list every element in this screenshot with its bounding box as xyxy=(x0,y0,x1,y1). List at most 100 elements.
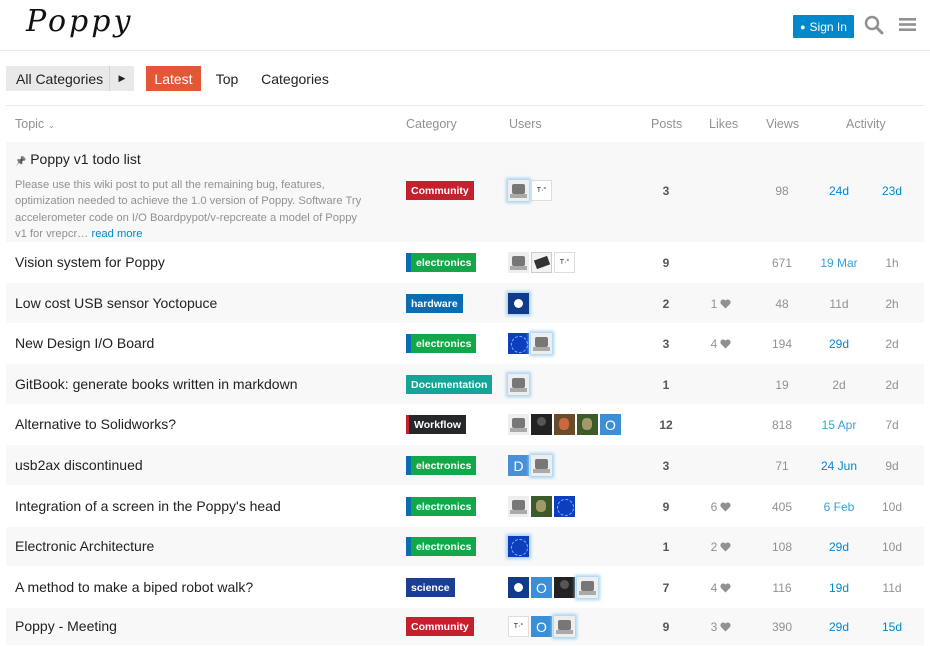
avatar[interactable] xyxy=(508,374,529,395)
column-activity[interactable]: Activity xyxy=(846,117,886,131)
avatar[interactable] xyxy=(508,414,529,435)
topic-title-link[interactable]: New Design I/O Board xyxy=(15,335,154,351)
activity-created[interactable]: 29d xyxy=(814,620,864,634)
avatar[interactable] xyxy=(531,496,552,517)
tab-top[interactable]: Top xyxy=(210,66,244,91)
column-posts[interactable]: Posts xyxy=(651,117,682,131)
activity-created[interactable]: 11d xyxy=(814,297,864,311)
avatar[interactable] xyxy=(554,414,575,435)
topic-title-text[interactable]: Electronic Architecture xyxy=(15,538,154,554)
topic-title-link[interactable]: Electronic Architecture xyxy=(15,538,154,554)
topic-title-text[interactable]: GitBook: generate books written in markd… xyxy=(15,376,297,392)
posts-count[interactable]: 1 xyxy=(646,540,686,554)
topic-title-text[interactable]: Poppy - Meeting xyxy=(15,618,117,634)
avatar[interactable] xyxy=(508,293,529,314)
topic-title-link[interactable]: GitBook: generate books written in markd… xyxy=(15,376,297,392)
read-more-link[interactable]: read more xyxy=(91,228,142,240)
activity-created[interactable]: 2d xyxy=(814,378,864,392)
avatar[interactable] xyxy=(531,252,552,273)
topic-title-link[interactable]: A method to make a biped robot walk? xyxy=(15,579,253,595)
posts-count[interactable]: 7 xyxy=(646,581,686,595)
category-badge[interactable]: electronics xyxy=(406,253,477,272)
activity-created[interactable]: 15 Apr xyxy=(814,418,864,432)
posts-count[interactable]: 3 xyxy=(646,337,686,351)
category-badge[interactable]: electronics xyxy=(406,334,477,353)
category-badge[interactable]: electronics xyxy=(406,537,477,556)
avatar[interactable] xyxy=(554,496,575,517)
activity-last[interactable]: 9d xyxy=(872,459,912,473)
avatar[interactable] xyxy=(531,455,552,476)
topic-title-text[interactable]: Poppy v1 todo list xyxy=(30,151,141,167)
activity-created[interactable]: 24d xyxy=(814,184,864,198)
avatar[interactable] xyxy=(508,496,529,517)
topic-title-text[interactable]: A method to make a biped robot walk? xyxy=(15,579,253,595)
posts-count[interactable]: 9 xyxy=(646,620,686,634)
activity-created[interactable]: 24 Jun xyxy=(814,459,864,473)
column-likes[interactable]: Likes xyxy=(709,117,738,131)
avatar[interactable] xyxy=(554,577,575,598)
topic-title-text[interactable]: New Design I/O Board xyxy=(15,335,154,351)
topic-title-link[interactable]: usb2ax discontinued xyxy=(15,457,143,473)
category-badge[interactable]: Workflow xyxy=(406,415,467,434)
avatar[interactable] xyxy=(508,252,529,273)
topic-title-text[interactable]: Low cost USB sensor Yoctopuce xyxy=(15,295,217,311)
activity-last[interactable]: 1h xyxy=(872,256,912,270)
topic-title-link[interactable]: Low cost USB sensor Yoctopuce xyxy=(15,295,217,311)
category-badge[interactable]: Documentation xyxy=(406,375,493,394)
activity-last[interactable]: 2d xyxy=(872,378,912,392)
avatar[interactable]: O xyxy=(531,577,552,598)
sign-in-button[interactable]: ● Sign In xyxy=(793,15,854,38)
avatar[interactable] xyxy=(508,577,529,598)
avatar[interactable]: O xyxy=(600,414,621,435)
activity-last[interactable]: 7d xyxy=(872,418,912,432)
topic-title-link[interactable]: 📌 Poppy v1 todo list xyxy=(15,151,141,167)
avatar[interactable]: D xyxy=(508,455,529,476)
activity-last[interactable]: 2d xyxy=(872,337,912,351)
posts-count[interactable]: 9 xyxy=(646,256,686,270)
tab-categories[interactable]: Categories xyxy=(256,66,334,91)
avatar[interactable] xyxy=(508,536,529,557)
topic-title-text[interactable]: Alternative to Solidworks? xyxy=(15,416,176,432)
avatar[interactable]: T·° xyxy=(508,616,529,637)
category-badge[interactable]: electronics xyxy=(406,456,477,475)
activity-last[interactable]: 10d xyxy=(872,540,912,554)
category-badge[interactable]: electronics xyxy=(406,497,477,516)
posts-count[interactable]: 3 xyxy=(646,184,686,198)
avatar[interactable]: T·° xyxy=(531,180,552,201)
activity-last[interactable]: 23d xyxy=(872,184,912,198)
topic-title-link[interactable]: Alternative to Solidworks? xyxy=(15,416,176,432)
posts-count[interactable]: 3 xyxy=(646,459,686,473)
posts-count[interactable]: 12 xyxy=(646,418,686,432)
category-badge[interactable]: Community xyxy=(406,181,474,200)
topic-title-text[interactable]: Vision system for Poppy xyxy=(15,254,165,270)
activity-created[interactable]: 19 Mar xyxy=(814,256,864,270)
avatar[interactable] xyxy=(508,180,529,201)
avatar[interactable] xyxy=(554,616,575,637)
site-logo[interactable]: Poppy xyxy=(26,4,133,39)
category-dropdown-label[interactable]: All Categories xyxy=(6,66,109,91)
activity-created[interactable]: 29d xyxy=(814,337,864,351)
activity-created[interactable]: 29d xyxy=(814,540,864,554)
activity-last[interactable]: 15d xyxy=(872,620,912,634)
category-badge[interactable]: science xyxy=(406,578,455,597)
activity-last[interactable]: 11d xyxy=(872,581,912,595)
avatar[interactable] xyxy=(577,577,598,598)
activity-created[interactable]: 6 Feb xyxy=(814,500,864,514)
activity-created[interactable]: 19d xyxy=(814,581,864,595)
avatar[interactable] xyxy=(577,414,598,435)
topic-title-link[interactable]: Vision system for Poppy xyxy=(15,254,165,270)
category-badge[interactable]: Community xyxy=(406,617,474,636)
topic-title-text[interactable]: Integration of a screen in the Poppy's h… xyxy=(15,498,281,514)
hamburger-menu-icon[interactable] xyxy=(899,17,916,32)
search-icon[interactable] xyxy=(864,15,884,35)
avatar[interactable]: O xyxy=(531,616,552,637)
caret-right-icon[interactable]: ▶ xyxy=(109,66,134,91)
category-badge[interactable]: hardware xyxy=(406,294,463,313)
avatar[interactable] xyxy=(531,333,552,354)
column-topic[interactable]: Topic ⌄ xyxy=(15,117,55,131)
column-views[interactable]: Views xyxy=(766,117,799,131)
posts-count[interactable]: 1 xyxy=(646,378,686,392)
activity-last[interactable]: 2h xyxy=(872,297,912,311)
avatar[interactable] xyxy=(508,333,529,354)
posts-count[interactable]: 9 xyxy=(646,500,686,514)
